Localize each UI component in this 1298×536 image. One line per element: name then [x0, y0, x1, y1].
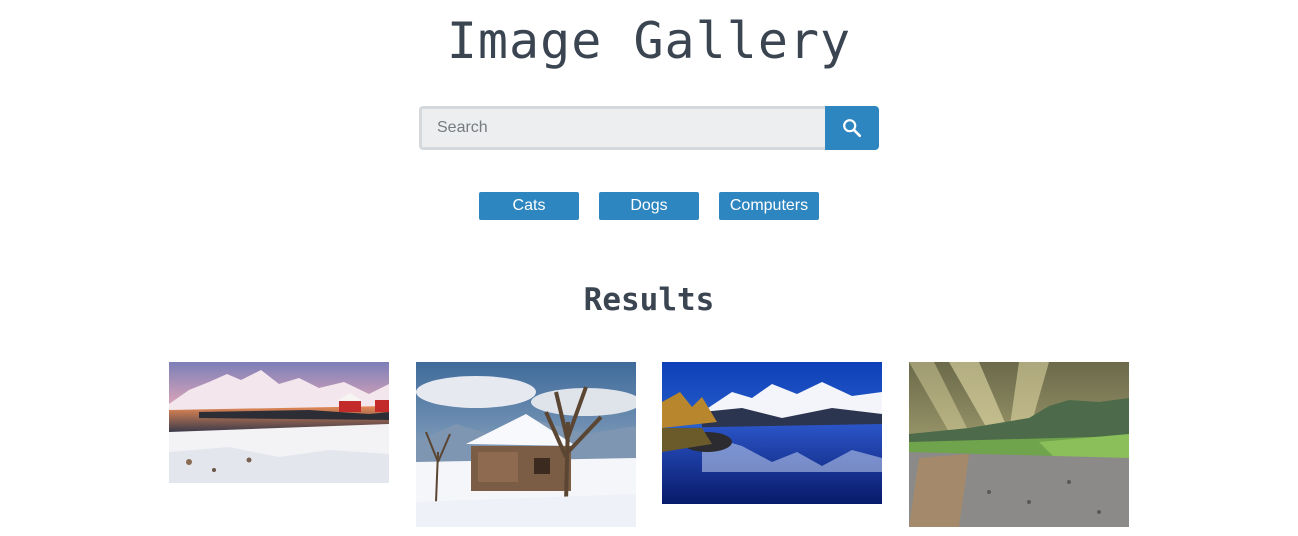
- results-title: Results: [583, 282, 715, 318]
- category-button-dogs[interactable]: Dogs: [599, 192, 699, 220]
- result-image-mountain-path[interactable]: [909, 362, 1129, 527]
- category-button-computers[interactable]: Computers: [719, 192, 819, 220]
- search-bar: [419, 106, 879, 150]
- result-image-snowy-lake-cabin[interactable]: [169, 362, 389, 483]
- search-button[interactable]: [825, 106, 879, 150]
- category-button-cats[interactable]: Cats: [479, 192, 579, 220]
- search-icon: [843, 119, 862, 138]
- result-image-mountain-lake[interactable]: [662, 362, 882, 504]
- search-input[interactable]: [419, 106, 825, 150]
- page-title: Image Gallery: [446, 12, 852, 70]
- result-image-snow-cabin[interactable]: [416, 362, 636, 527]
- category-buttons: Cats Dogs Computers: [0, 192, 1298, 220]
